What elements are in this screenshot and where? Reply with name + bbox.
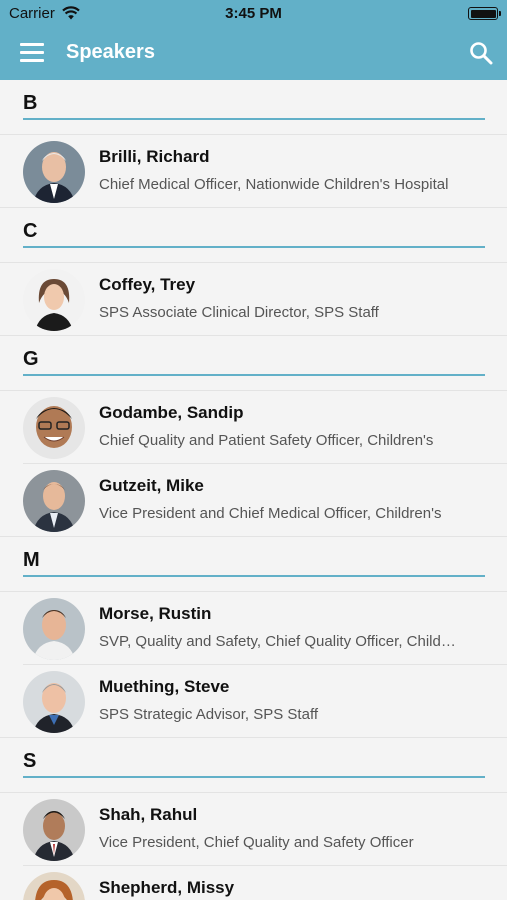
speaker-name: Brilli, Richard — [99, 147, 210, 166]
section-header-s: S — [0, 738, 507, 793]
avatar — [23, 799, 85, 861]
avatar — [23, 598, 85, 660]
avatar — [23, 397, 85, 459]
speaker-row-coffey[interactable]: Coffey, Trey SPS Associate Clinical Dire… — [0, 263, 507, 336]
speaker-title: Vice President and Chief Medical Officer… — [99, 505, 442, 522]
section-divider — [23, 776, 485, 778]
speaker-row-brilli[interactable]: Brilli, Richard Chief Medical Officer, N… — [0, 135, 507, 208]
speaker-row-shah[interactable]: Shah, Rahul Vice President, Chief Qualit… — [0, 793, 507, 866]
speaker-row-muething[interactable]: Muething, Steve SPS Strategic Advisor, S… — [0, 665, 507, 738]
section-divider — [23, 118, 485, 120]
section-header-m: M — [0, 537, 507, 592]
speaker-title: SPS Strategic Advisor, SPS Staff — [99, 706, 319, 723]
avatar — [23, 872, 85, 900]
section-letter: G — [23, 348, 39, 370]
avatar — [23, 470, 85, 532]
battery-icon — [468, 7, 501, 20]
speaker-name: Gutzeit, Mike — [99, 476, 204, 495]
page-title: Speakers — [66, 41, 155, 63]
speaker-name: Morse, Rustin — [99, 604, 212, 623]
speaker-title: Chief Quality and Patient Safety Officer… — [99, 432, 434, 449]
section-divider — [23, 575, 485, 577]
section-header-g: G — [0, 336, 507, 391]
speaker-title: Chief Medical Officer, Nationwide Childr… — [99, 176, 449, 193]
speaker-list[interactable]: B Brilli, Richard Chief Medical Officer,… — [0, 80, 507, 900]
section-letter: S — [23, 750, 37, 772]
speaker-title: SPS Associate Clinical Director, SPS Sta… — [99, 304, 379, 321]
avatar — [23, 671, 85, 733]
search-icon[interactable] — [469, 41, 493, 65]
speaker-name: Coffey, Trey — [99, 275, 196, 294]
speaker-title: SVP, Quality and Safety, Chief Quality O… — [99, 633, 459, 650]
speaker-name: Muething, Steve — [99, 677, 230, 696]
section-letter: B — [23, 92, 38, 114]
speaker-row-godambe[interactable]: Godambe, Sandip Chief Quality and Patien… — [0, 391, 507, 464]
speaker-row-morse[interactable]: Morse, Rustin SVP, Quality and Safety, C… — [0, 592, 507, 665]
clock: 3:45 PM — [225, 5, 282, 22]
speaker-name: Shepherd, Missy — [99, 878, 235, 897]
avatar — [23, 269, 85, 331]
section-letter: M — [23, 549, 40, 571]
section-divider — [23, 246, 485, 248]
section-header-b: B — [0, 80, 507, 135]
section-header-c: C — [0, 208, 507, 263]
speaker-name: Shah, Rahul — [99, 805, 198, 824]
section-letter: C — [23, 220, 38, 242]
speaker-name: Godambe, Sandip — [99, 403, 244, 422]
avatar — [23, 141, 85, 203]
speaker-row-shepherd[interactable]: Shepherd, Missy — [0, 866, 507, 900]
hamburger-menu-icon[interactable] — [20, 43, 44, 63]
navigation-bar: Speakers — [0, 28, 507, 80]
speaker-title: Vice President, Chief Quality and Safety… — [99, 834, 414, 851]
speaker-row-gutzeit[interactable]: Gutzeit, Mike Vice President and Chief M… — [0, 464, 507, 537]
section-divider — [23, 374, 485, 376]
status-bar: Carrier 3:45 PM — [0, 0, 507, 28]
